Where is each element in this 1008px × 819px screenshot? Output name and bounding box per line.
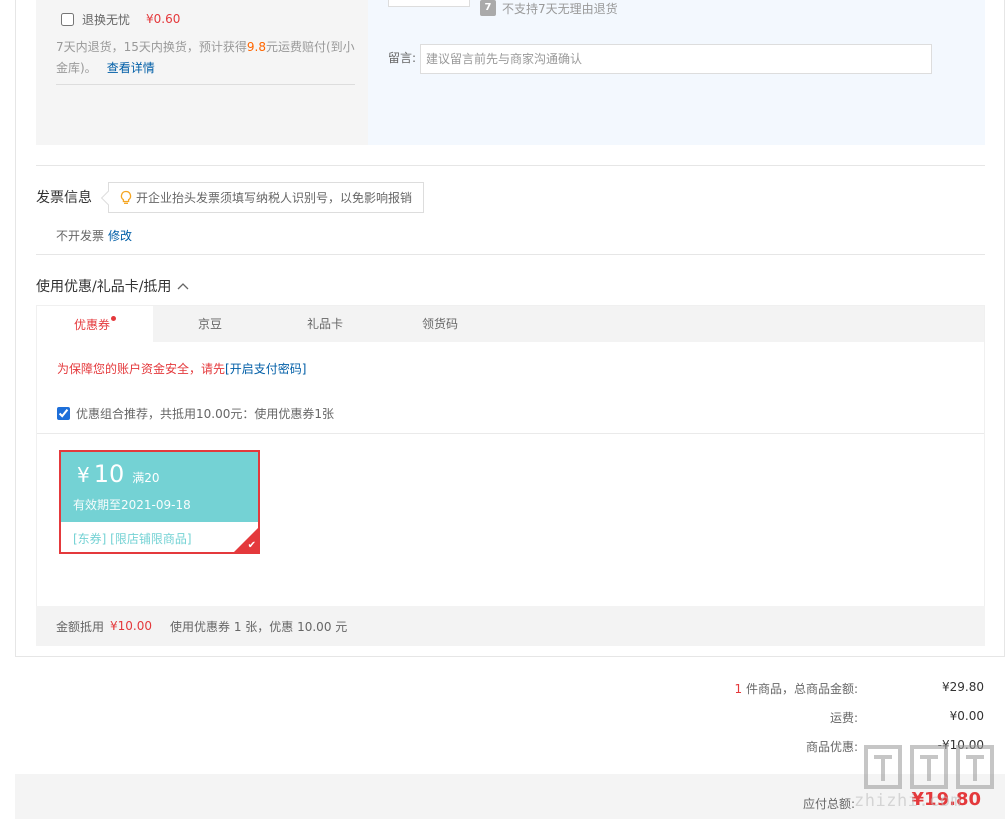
summary-amount: ¥10.00: [110, 619, 153, 633]
item-count-label: 件商品，总商品金额:: [742, 682, 858, 696]
coupon-section-title: 使用优惠/礼品卡/抵用: [36, 279, 172, 295]
goods-total-value: ¥29.80: [942, 680, 984, 694]
watermark-logo-icon: [864, 745, 994, 789]
coupon-panel: 为保障您的账户资金安全，请先[开启支付密码] 优惠组合推荐，共抵用10.00元：…: [36, 342, 985, 606]
new-dot: [111, 316, 116, 321]
tab-label: 领货码: [421, 317, 458, 331]
tab-label: 优惠券: [73, 318, 110, 332]
service-price: ¥0.60: [146, 12, 181, 26]
summary-text: 使用优惠券 1 张，优惠 10.00 元: [170, 619, 348, 634]
summary-label: 金额抵用: [56, 619, 105, 634]
goods-total-row: 1 件商品，总商品金额: ¥29.80: [684, 680, 985, 698]
coupon-amount: ¥ 10 满20: [77, 460, 160, 488]
goods-total-label: 1 件商品，总商品金额:: [735, 680, 859, 697]
discount-label: 商品优惠:: [805, 740, 858, 754]
watermark-text: zhizhi.com: [854, 791, 962, 811]
service-description: 7天内退货，15天内换货，预计获得9.8元运费赔付(到小金库)。 查看详情: [56, 37, 356, 79]
service-name: 退换无忧: [82, 12, 131, 27]
coupon-expire: 有效期至2021-09-18: [73, 498, 191, 512]
coupon-currency: ¥: [77, 463, 90, 487]
service-checkbox[interactable]: [61, 12, 74, 26]
service-detail-link[interactable]: 查看详情: [107, 61, 155, 75]
invoice-status: 不开发票 修改: [56, 227, 132, 244]
message-label: 留言:: [388, 51, 417, 65]
combo-recommend-row: 优惠组合推荐，共抵用10.00元：使用优惠券1张: [57, 405, 334, 422]
enable-pay-password-link[interactable]: [开启支付密码]: [225, 362, 306, 376]
quantity-box: [388, 0, 470, 7]
product-panel: 7 不支持7天无理由退货 留言:: [368, 0, 985, 145]
combo-recommend-checkbox[interactable]: [57, 407, 70, 420]
shipping-label: 运费:: [829, 711, 858, 725]
invoice-modify-link[interactable]: 修改: [108, 229, 132, 243]
tab-label: 京豆: [197, 317, 222, 331]
coupon-card-top: ¥ 10 满20 有效期至2021-09-18: [61, 452, 258, 522]
invoice-tip-text: 开企业抬头发票须填写纳税人识别号，以免影响报销: [136, 191, 413, 205]
service-desc-highlight: 9.8: [246, 40, 266, 54]
no-7day-return-icon: 7: [480, 0, 496, 16]
coupon-condition: 满20: [132, 471, 160, 485]
tab-label: 礼品卡: [306, 317, 343, 331]
tab-jingdou[interactable]: 京豆: [152, 306, 268, 344]
coupon-summary: 金额抵用 ¥10.00 使用优惠券 1 张，优惠 10.00 元: [36, 606, 985, 646]
tab-pickup-code[interactable]: 领货码: [382, 306, 498, 344]
service-panel: 退换无忧 ¥0.60 7天内退货，15天内换货，预计获得9.8元运费赔付(到小金…: [36, 0, 368, 145]
no-7day-return-text: 不支持7天无理由退货: [502, 1, 618, 16]
combo-recommend-text: 优惠组合推荐，共抵用10.00元：使用优惠券1张: [76, 407, 334, 421]
shipping-value: ¥0.00: [949, 709, 984, 723]
pay-total-label: 应付总额:: [802, 797, 855, 811]
tab-giftcard[interactable]: 礼品卡: [267, 306, 383, 344]
invoice-title: 发票信息: [36, 190, 92, 206]
coupon-tabs: 优惠券 京豆 礼品卡 领货码: [36, 305, 985, 344]
invoice-status-text: 不开发票: [56, 229, 105, 243]
coupon-section-toggle[interactable]: 使用优惠/礼品卡/抵用: [36, 276, 189, 296]
service-row: 退换无忧 ¥0.60: [56, 10, 180, 28]
item-count: 1: [734, 682, 743, 696]
coupon-value: 10: [93, 460, 125, 488]
message-input[interactable]: [420, 44, 932, 74]
shipping-row: 运费: ¥0.00: [684, 709, 984, 727]
security-tip-text: 为保障您的账户资金安全，请先: [57, 362, 226, 376]
service-divider: [56, 84, 355, 85]
coupon-card[interactable]: ¥ 10 满20 有效期至2021-09-18 [东券] [限店铺限商品] ✔: [59, 450, 260, 554]
chevron-up-icon: [177, 283, 189, 290]
check-icon: ✔: [247, 540, 256, 551]
coupon-tags: [东券] [限店铺限商品]: [73, 532, 192, 546]
security-tip: 为保障您的账户资金安全，请先[开启支付密码]: [57, 360, 306, 377]
invoice-tip: 开企业抬头发票须填写纳税人识别号，以免影响报销: [108, 182, 425, 213]
divider: [36, 165, 985, 166]
watermark: zhizhi.com: [854, 741, 1002, 811]
divider: [37, 433, 984, 434]
divider: [36, 254, 985, 255]
lightbulb-icon: [120, 190, 132, 204]
service-desc-prefix: 7天内退货，15天内换货，预计获得: [56, 40, 247, 54]
no-return-row: 7 不支持7天无理由退货: [480, 0, 618, 16]
tab-coupons[interactable]: 优惠券: [37, 306, 153, 344]
